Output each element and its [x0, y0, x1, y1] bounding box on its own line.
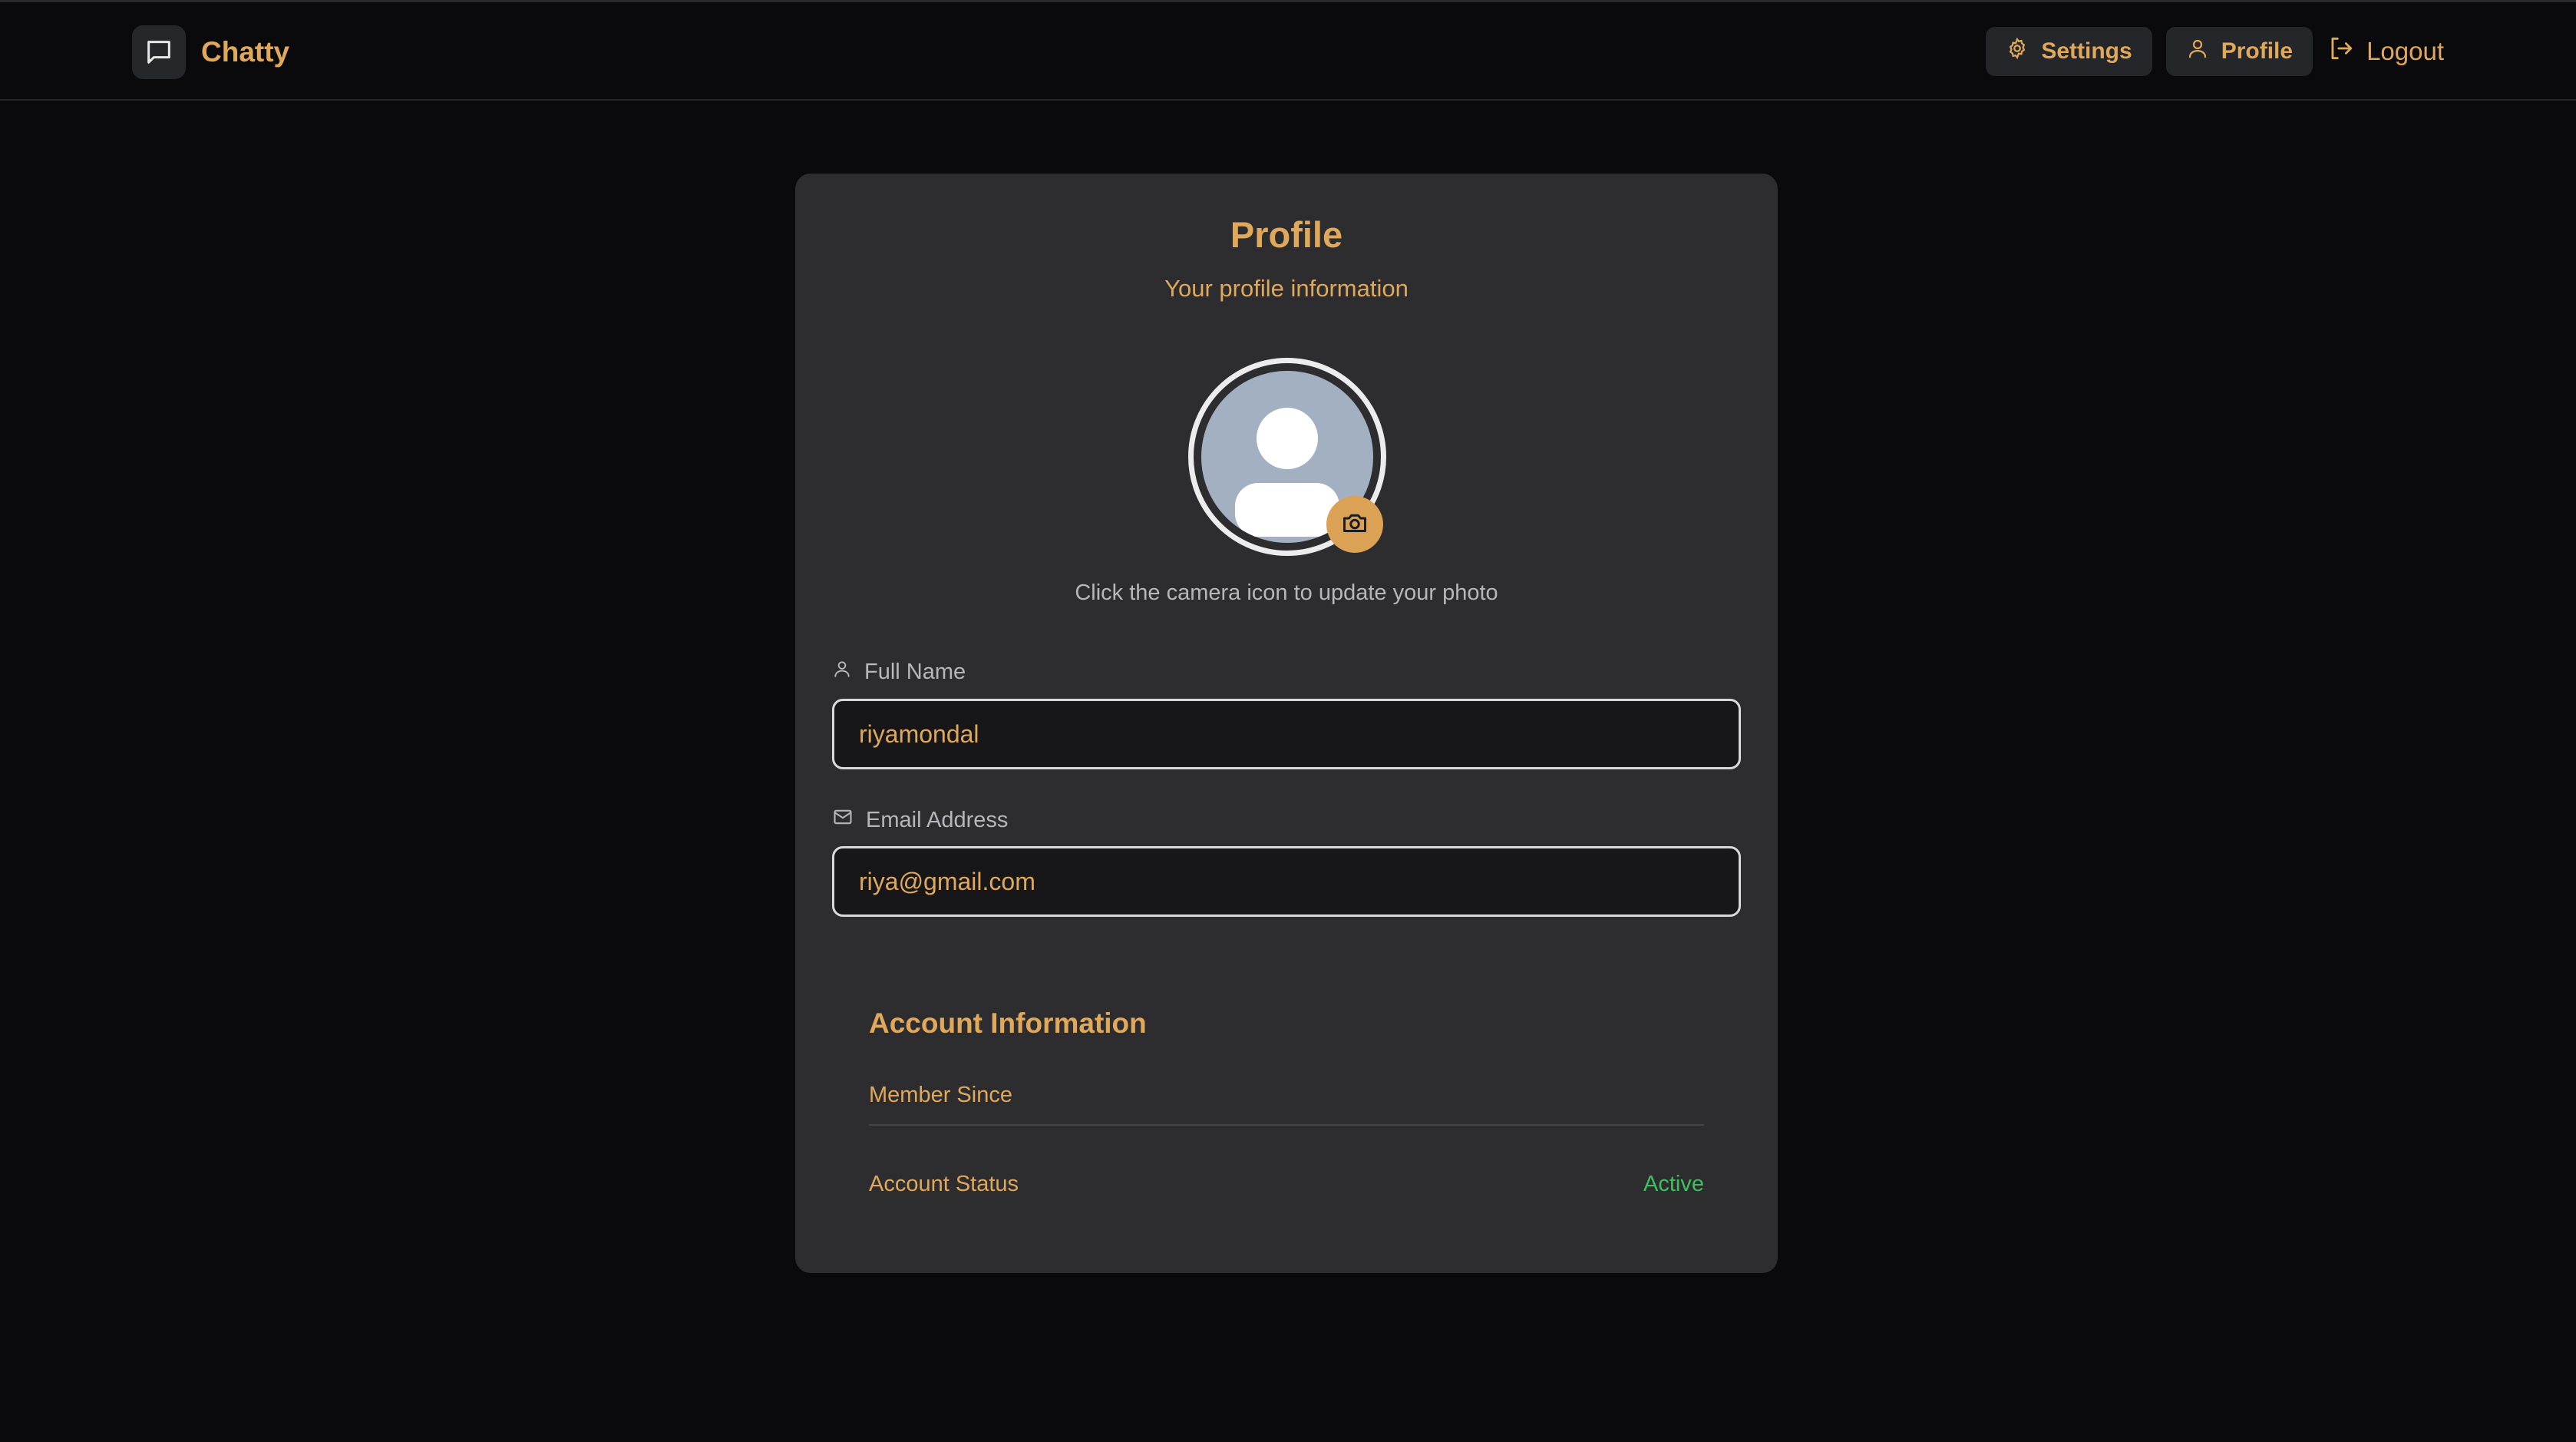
- account-status-row: Account Status Active: [869, 1172, 1704, 1197]
- full-name-field[interactable]: riyamondal: [832, 699, 1741, 769]
- page-subtitle: Your profile information: [1164, 275, 1409, 302]
- member-since-row: Member Since: [869, 1080, 1704, 1126]
- email-label: Email Address: [832, 806, 1008, 834]
- message-square-icon: [132, 25, 186, 79]
- nav-actions: Settings Profile Logout: [1986, 27, 2444, 76]
- gear-icon: [2006, 37, 2029, 66]
- logout-button[interactable]: Logout: [2327, 27, 2444, 76]
- user-icon: [832, 659, 852, 685]
- app-name: Chatty: [201, 36, 290, 68]
- mail-icon: [832, 806, 854, 834]
- page-title: Profile: [1230, 214, 1343, 255]
- logout-label: Logout: [2366, 37, 2444, 65]
- profile-button[interactable]: Profile: [2165, 27, 2313, 76]
- photo-hint: Click the camera icon to update your pho…: [1075, 580, 1498, 605]
- full-name-label-text: Full Name: [864, 659, 966, 684]
- camera-icon: [1341, 509, 1369, 541]
- email-field[interactable]: riya@gmail.com: [832, 846, 1741, 917]
- user-icon: [2186, 37, 2209, 66]
- account-status-label: Account Status: [869, 1172, 1019, 1196]
- brand-link[interactable]: Chatty: [132, 25, 289, 79]
- camera-upload-button[interactable]: [1326, 496, 1383, 553]
- profile-label: Profile: [2221, 38, 2294, 64]
- full-name-label: Full Name: [832, 659, 966, 685]
- profile-card: Profile Your profile information Click t…: [795, 174, 1778, 1273]
- logout-icon: [2327, 34, 2356, 69]
- top-navbar: Chatty Settings Profile Logout: [0, 2, 2576, 101]
- account-info-title: Account Information: [869, 1007, 1147, 1039]
- email-label-text: Email Address: [866, 807, 1009, 832]
- avatar-container: [1188, 358, 1386, 556]
- member-since-label: Member Since: [869, 1082, 1012, 1107]
- status-badge: Active: [1643, 1172, 1704, 1196]
- settings-button[interactable]: Settings: [1986, 27, 2152, 76]
- settings-label: Settings: [2041, 38, 2132, 64]
